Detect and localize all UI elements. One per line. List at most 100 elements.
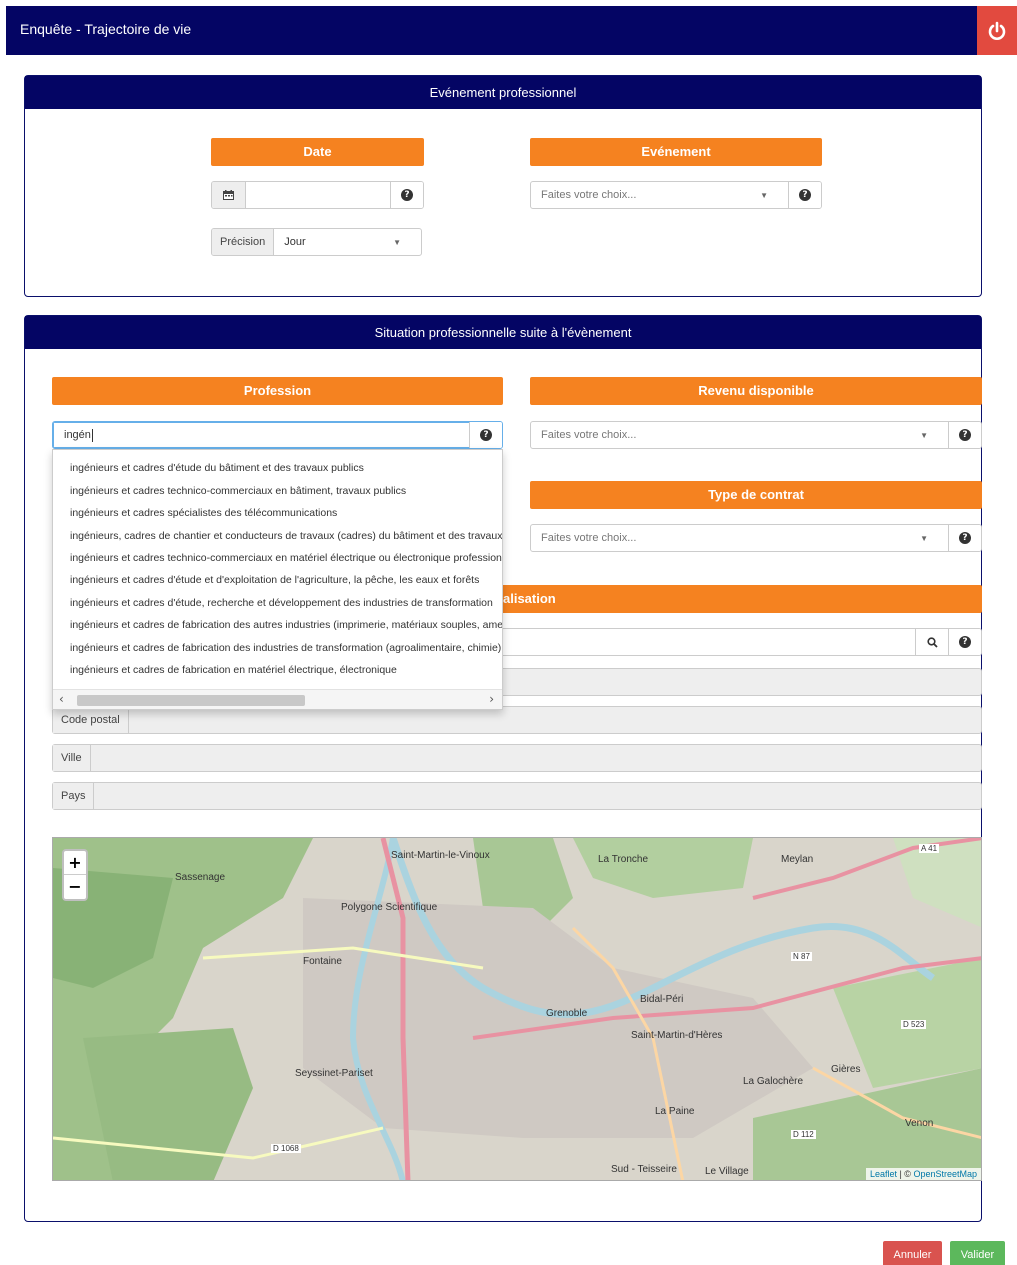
address-help-button[interactable]: ?	[948, 629, 981, 655]
app-title: Enquête - Trajectoire de vie	[20, 21, 192, 37]
question-icon: ?	[959, 532, 971, 544]
profession-help-button[interactable]: ?	[469, 422, 502, 448]
suggestion-item[interactable]: ingénieurs, cadres de chantier et conduc…	[70, 530, 502, 542]
map-road-label: D 112	[791, 1130, 816, 1139]
precision-value: Jour	[284, 236, 306, 248]
code-postal-field: Code postal	[52, 706, 982, 734]
suggestion-item[interactable]: ingénieurs et cadres technico-commerciau…	[70, 552, 502, 564]
suggestion-item[interactable]: ingénieurs et cadres spécialistes des té…	[70, 507, 337, 519]
map-place-label: Sud - Teisseire	[611, 1164, 677, 1175]
map-road-label: N 87	[791, 952, 812, 961]
attribution-separator: | ©	[896, 1169, 914, 1179]
caret-down-icon: ▼	[393, 237, 401, 247]
suggestion-item[interactable]: ingénieurs et cadres d'étude du bâtiment…	[70, 462, 364, 474]
event-label: Evénement	[530, 138, 822, 166]
scroll-right-icon[interactable]: ›	[489, 692, 494, 706]
question-icon: ?	[959, 636, 971, 648]
scrollbar-thumb[interactable]	[77, 695, 305, 706]
zoom-control: + −	[62, 849, 88, 901]
map-place-label: Polygone Scientifique	[341, 902, 438, 913]
revenu-label: Revenu disponible	[530, 377, 982, 405]
app-header: Enquête - Trajectoire de vie	[6, 6, 1017, 55]
contrat-placeholder: Faites votre choix...	[541, 532, 637, 544]
pays-label: Pays	[53, 783, 95, 809]
profession-input[interactable]: ingén	[53, 422, 469, 448]
pays-field: Pays	[52, 782, 982, 810]
suggestion-item[interactable]: ingénieurs et cadres de fabrication en m…	[70, 664, 397, 676]
map-place-label: Gières	[831, 1064, 861, 1075]
revenu-placeholder: Faites votre choix...	[541, 429, 637, 441]
map-place-label: Fontaine	[303, 956, 342, 967]
map-place-label: Bidal-Péri	[640, 994, 684, 1005]
localisation-label-text: alisation	[503, 591, 556, 606]
revenu-select[interactable]: Faites votre choix... ▼ ?	[530, 421, 982, 449]
code-postal-label: Code postal	[53, 707, 129, 733]
contrat-help-button[interactable]: ?	[948, 525, 981, 551]
map-place-label: Saint-Martin-d'Hères	[631, 1030, 723, 1041]
precision-field: Précision Jour ▼	[211, 228, 422, 256]
event-help-button[interactable]: ?	[788, 182, 821, 208]
calendar-icon	[223, 190, 234, 200]
search-icon	[926, 636, 938, 648]
event-panel: Evénement professionnel	[24, 75, 982, 297]
date-help-button[interactable]: ?	[390, 182, 423, 208]
map-place-label: Meylan	[781, 854, 814, 865]
event-placeholder: Faites votre choix...	[541, 189, 637, 201]
question-icon: ?	[480, 429, 492, 441]
date-field: ?	[211, 181, 424, 209]
map-place-label: Venon	[905, 1118, 934, 1129]
map-place-label: Grenoble	[546, 1008, 588, 1019]
map-place-label: La Paine	[655, 1106, 695, 1117]
scroll-left-icon[interactable]: ‹	[59, 692, 64, 706]
precision-label: Précision	[212, 229, 275, 255]
validate-button[interactable]: Valider	[950, 1241, 1005, 1265]
zoom-in-button[interactable]: +	[64, 851, 86, 875]
question-icon: ?	[799, 189, 811, 201]
cancel-button[interactable]: Annuler	[883, 1241, 942, 1265]
situation-panel-title: Situation professionnelle suite à l'évèn…	[25, 316, 981, 349]
suggestion-item[interactable]: ingénieurs et cadres de fabrication des …	[70, 642, 501, 654]
logout-button[interactable]	[977, 6, 1017, 55]
question-icon: ?	[959, 429, 971, 441]
map-place-label: La Galochère	[743, 1076, 804, 1087]
map-road-label: A 41	[919, 844, 940, 853]
leaflet-link[interactable]: Leaflet	[870, 1169, 897, 1179]
map-place-label: La Tronche	[598, 854, 649, 865]
suggestion-item[interactable]: ingénieurs et cadres d'étude, recherche …	[70, 597, 493, 609]
profession-field: ingén ?	[52, 421, 503, 449]
power-icon	[988, 21, 1006, 40]
map-place-label: Le Village	[705, 1166, 749, 1177]
map[interactable]: Saint-Martin-le-Vinoux La Tronche Meylan…	[52, 837, 982, 1181]
profession-autocomplete: ingénieurs et cadres d'étude du bâtiment…	[52, 449, 503, 710]
map-attribution: Leaflet | © OpenStreetMap	[865, 1168, 981, 1180]
event-panel-title: Evénement professionnel	[25, 76, 981, 109]
suggestion-item[interactable]: ingénieurs et cadres d'étude et d'exploi…	[70, 574, 479, 586]
contrat-label: Type de contrat	[530, 481, 982, 509]
map-place-label: Saint-Martin-le-Vinoux	[391, 850, 490, 861]
profession-input-value: ingén	[64, 429, 91, 441]
caret-down-icon: ▼	[760, 190, 768, 200]
caret-down-icon: ▼	[920, 430, 928, 440]
horizontal-scrollbar[interactable]: ‹ ›	[53, 689, 502, 709]
search-button[interactable]	[915, 629, 948, 655]
revenu-help-button[interactable]: ?	[948, 422, 981, 448]
map-road-label: D 523	[901, 1020, 927, 1029]
map-tiles	[53, 838, 981, 1180]
ville-field: Ville	[52, 744, 982, 772]
precision-select[interactable]: Jour ▼	[274, 229, 421, 255]
event-select[interactable]: Faites votre choix... ▼ ?	[530, 181, 822, 209]
zoom-out-button[interactable]: −	[64, 875, 86, 899]
suggestion-item[interactable]: ingénieurs et cadres de fabrication des …	[70, 619, 502, 631]
profession-label: Profession	[52, 377, 503, 405]
suggestion-item[interactable]: ingénieurs et cadres technico-commerciau…	[70, 485, 406, 497]
map-place-label: Sassenage	[175, 872, 226, 883]
calendar-button[interactable]	[212, 182, 246, 208]
ville-label: Ville	[53, 745, 91, 771]
caret-down-icon: ▼	[920, 533, 928, 543]
date-input[interactable]	[246, 182, 390, 208]
contrat-select[interactable]: Faites votre choix... ▼ ?	[530, 524, 982, 552]
date-label: Date	[211, 138, 424, 166]
question-icon: ?	[401, 189, 413, 201]
osm-link[interactable]: OpenStreetMap	[913, 1169, 977, 1179]
map-place-label: Seyssinet-Pariset	[295, 1068, 373, 1079]
